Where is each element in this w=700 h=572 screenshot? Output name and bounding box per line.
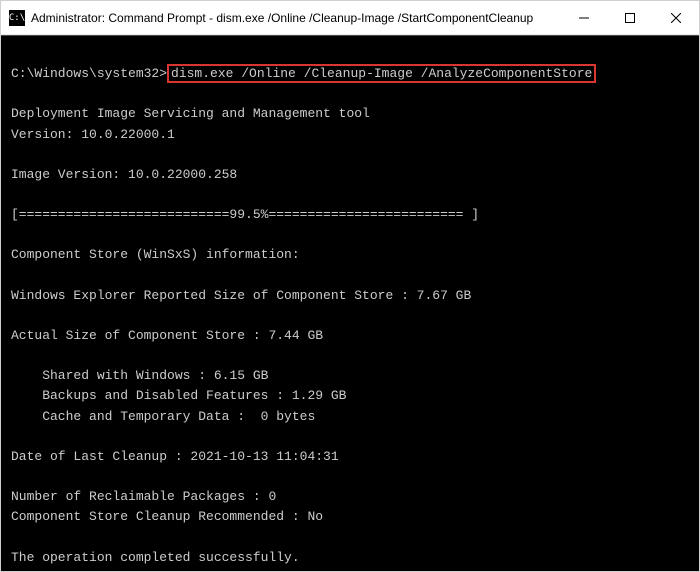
prompt-1: C:\Windows\system32> [11, 66, 167, 81]
store-info-header: Component Store (WinSxS) information: [11, 247, 300, 262]
tool-version-1: Version: 10.0.22000.1 [11, 127, 175, 142]
image-version-1: Image Version: 10.0.22000.258 [11, 167, 237, 182]
highlighted-command-1: dism.exe /Online /Cleanup-Image /Analyze… [167, 64, 596, 83]
maximize-icon [625, 13, 635, 23]
shared-windows: Shared with Windows : 6.15 GB [11, 368, 268, 383]
cmd-window: C:\ Administrator: Command Prompt - dism… [0, 0, 700, 572]
actual-size: Actual Size of Component Store : 7.44 GB [11, 328, 323, 343]
close-button[interactable] [653, 1, 699, 35]
maximize-button[interactable] [607, 1, 653, 35]
close-icon [671, 13, 681, 23]
cleanup-recommended: Component Store Cleanup Recommended : No [11, 509, 323, 524]
minimize-button[interactable] [561, 1, 607, 35]
reported-size: Windows Explorer Reported Size of Compon… [11, 288, 471, 303]
cache-temp: Cache and Temporary Data : 0 bytes [11, 409, 315, 424]
terminal-body[interactable]: C:\Windows\system32>dism.exe /Online /Cl… [1, 35, 699, 571]
tool-title-1: Deployment Image Servicing and Managemen… [11, 106, 370, 121]
progress-bar: [===========================99.5%=======… [11, 207, 479, 222]
minimize-icon [579, 13, 589, 23]
titlebar[interactable]: C:\ Administrator: Command Prompt - dism… [1, 1, 699, 35]
reclaimable-packages: Number of Reclaimable Packages : 0 [11, 489, 276, 504]
terminal-content: C:\Windows\system32>dism.exe /Online /Cl… [11, 64, 596, 571]
last-cleanup: Date of Last Cleanup : 2021-10-13 11:04:… [11, 449, 339, 464]
window-title: Administrator: Command Prompt - dism.exe… [31, 11, 561, 25]
backups-disabled: Backups and Disabled Features : 1.29 GB [11, 388, 346, 403]
operation-success: The operation completed successfully. [11, 550, 300, 565]
cmd-icon: C:\ [9, 10, 25, 26]
window-controls [561, 1, 699, 35]
